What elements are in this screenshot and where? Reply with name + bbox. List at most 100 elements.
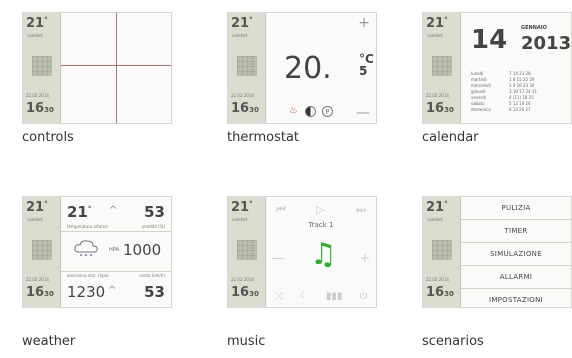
thermostat-panel: + 20. °C 5 ♨ P —: [266, 13, 376, 123]
scenario-list: PULIZIA TIMER SIMULAZIONE ALLARMI IMPOST…: [461, 197, 571, 307]
scenario-simulazione-button[interactable]: SIMULAZIONE: [461, 243, 571, 266]
next-icon[interactable]: ⏭: [356, 203, 366, 217]
scenario-timer-button[interactable]: TIMER: [461, 220, 571, 243]
sidebar-date: 22.02.2014: [26, 93, 49, 98]
equalizer-icon[interactable]: ▮▮▮: [326, 291, 343, 302]
sidebar-grid-icon[interactable]: [237, 240, 257, 260]
sidebar: 21° comfort 22.02.2014 1630: [228, 13, 266, 123]
music-tile[interactable]: 21° comfort 22.02.2014 1630 ⏮ ▷ ⏭ Track …: [227, 196, 377, 308]
thermostat-mode-icons: ♨ P: [288, 106, 333, 117]
sidebar-time: 1630: [231, 285, 259, 300]
scenarios-tile[interactable]: 21° comfort 22.02.2014 1630 PULIZIA TIME…: [422, 196, 572, 308]
scenario-allarmi-button[interactable]: ALLARMI: [461, 266, 571, 289]
scenario-impostazioni-button[interactable]: IMPOSTAZIONI: [461, 289, 571, 307]
scenario-pulizia-button[interactable]: PULIZIA: [461, 197, 571, 220]
sidebar: 21° comfort 22.02.2014 1630: [423, 197, 461, 307]
sidebar-temperature-label: comfort: [27, 33, 43, 38]
music-bottom-bar: ⤨ ☾ ▮▮▮ ⏻: [266, 291, 376, 302]
sidebar-time: 1630: [426, 101, 454, 116]
sidebar-time: 1630: [26, 285, 54, 300]
sidebar-grid-icon[interactable]: [32, 240, 52, 260]
sidebar-time: 1630: [426, 285, 454, 300]
shuffle-icon[interactable]: ⤨: [275, 291, 283, 302]
caption-weather: weather: [22, 334, 76, 349]
scenarios-panel: PULIZIA TIMER SIMULAZIONE ALLARMI IMPOST…: [461, 197, 571, 307]
sidebar-time: 1630: [231, 101, 259, 116]
arrow-up-icon: ^: [108, 285, 117, 296]
sidebar: 21° comfort 22.02.2014 1630: [423, 13, 461, 123]
caption-scenarios: scenarios: [422, 334, 484, 349]
volume-down-icon[interactable]: —: [272, 251, 284, 265]
sidebar: 21° comfort 22.02.2014 1630: [23, 13, 61, 123]
weather-temperature: 21°: [67, 203, 92, 221]
calendar-panel: 14 GENNAIO 2013 lunedì martedì mercoledì…: [461, 13, 571, 123]
crosshair-vertical: [116, 13, 117, 123]
sidebar-temperature-label: comfort: [232, 217, 248, 222]
weather-mid-row: HPA 1000: [61, 231, 171, 272]
calendar-weekdays: lunedì martedì mercoledì giovedì venerdì…: [471, 71, 491, 112]
caption-calendar: calendar: [422, 130, 479, 145]
sidebar: 21° comfort 22.02.2014 1630: [228, 197, 266, 307]
sidebar-temperature-label: comfort: [27, 217, 43, 222]
sidebar-temperature: 21°: [426, 16, 448, 31]
plus-button[interactable]: +: [358, 15, 370, 31]
sidebar: 21° comfort 22.02.2014 1630: [23, 197, 61, 307]
calendar-month: GENNAIO: [521, 25, 547, 31]
weather-top-row: 21° ^ 53 temperatura interna umidità (%): [61, 197, 171, 232]
heating-icon[interactable]: ♨: [288, 106, 299, 117]
night-icon[interactable]: ☾: [300, 291, 309, 302]
play-icon[interactable]: ▷: [316, 203, 324, 216]
weather-tile[interactable]: 21° comfort 22.02.2014 1630 21° ^ 53 tem…: [22, 196, 172, 308]
calendar-day: 14: [471, 25, 508, 55]
sidebar-temperature: 21°: [26, 16, 48, 31]
weather-panel: 21° ^ 53 temperatura interna umidità (%)…: [61, 197, 171, 307]
sidebar-grid-icon[interactable]: [237, 56, 257, 76]
sidebar-temperature: 21°: [231, 16, 253, 31]
weather-temp-label: temperatura interna: [67, 224, 108, 229]
weather-pressure: 1000: [123, 241, 162, 259]
calendar-year: 2013: [521, 33, 572, 54]
sidebar-temperature: 21°: [26, 200, 48, 215]
music-panel: ⏮ ▷ ⏭ Track 1 — ♫ + ⤨ ☾ ▮▮▮ ⏻: [266, 197, 376, 307]
sidebar-grid-icon[interactable]: [432, 56, 452, 76]
caption-music: music: [227, 334, 266, 349]
sidebar-temperature: 21°: [426, 200, 448, 215]
sidebar-grid-icon[interactable]: [32, 56, 52, 76]
sidebar-temperature-label: comfort: [427, 33, 443, 38]
half-moon-icon[interactable]: [305, 106, 316, 117]
controls-tile[interactable]: 21° comfort 22.02.2014 1630: [22, 12, 172, 124]
track-name: Track 1: [308, 221, 334, 229]
sidebar-temperature: 21°: [231, 200, 253, 215]
weather-humidity-label: umidità (%): [141, 224, 165, 229]
sidebar-temperature-label: comfort: [232, 33, 248, 38]
p-icon[interactable]: P: [322, 106, 333, 117]
weather-bottom-right-value: 53: [144, 283, 165, 301]
sidebar-date: 22.02.2014: [231, 93, 254, 98]
sidebar-date: 22.02.2014: [426, 93, 449, 98]
thermostat-value: 20.: [284, 51, 332, 86]
calendar-dates[interactable]: 7 14 21 28 1 8 15 22 29 2 9 16 23 30 3 1…: [509, 71, 537, 113]
weather-bottom-left-label: pressione atm. (hpa): [67, 273, 109, 278]
music-note-icon: ♫: [310, 237, 337, 272]
sidebar-grid-icon[interactable]: [432, 240, 452, 260]
power-icon[interactable]: ⏻: [359, 291, 367, 302]
arrow-up-icon: ^: [109, 205, 118, 216]
thermostat-tile[interactable]: 21° comfort 22.02.2014 1630 + 20. °C 5 ♨ …: [227, 12, 377, 124]
caption-controls: controls: [22, 130, 74, 145]
calendar-tile[interactable]: 21° comfort 22.02.2014 1630 14 GENNAIO 2…: [422, 12, 572, 124]
caption-thermostat: thermostat: [227, 130, 300, 145]
sidebar-date: 22.02.2014: [426, 277, 449, 282]
sidebar-date: 22.02.2014: [26, 277, 49, 282]
weather-humidity: 53: [144, 203, 165, 221]
volume-up-icon[interactable]: +: [360, 251, 370, 265]
cloud-snow-icon: [74, 240, 98, 256]
controls-panel[interactable]: [61, 13, 171, 123]
pressure-unit: HPA: [109, 247, 119, 253]
minus-button[interactable]: —: [356, 105, 370, 121]
sidebar-date: 22.02.2014: [231, 277, 254, 282]
sidebar-time: 1630: [26, 101, 54, 116]
previous-icon[interactable]: ⏮: [276, 203, 286, 217]
weather-bottom-left-value: 1230: [67, 283, 106, 301]
thermostat-unit: °C 5: [359, 52, 374, 78]
weather-bottom-row: pressione atm. (hpa) vento (km/h) 1230 ^…: [61, 271, 171, 307]
